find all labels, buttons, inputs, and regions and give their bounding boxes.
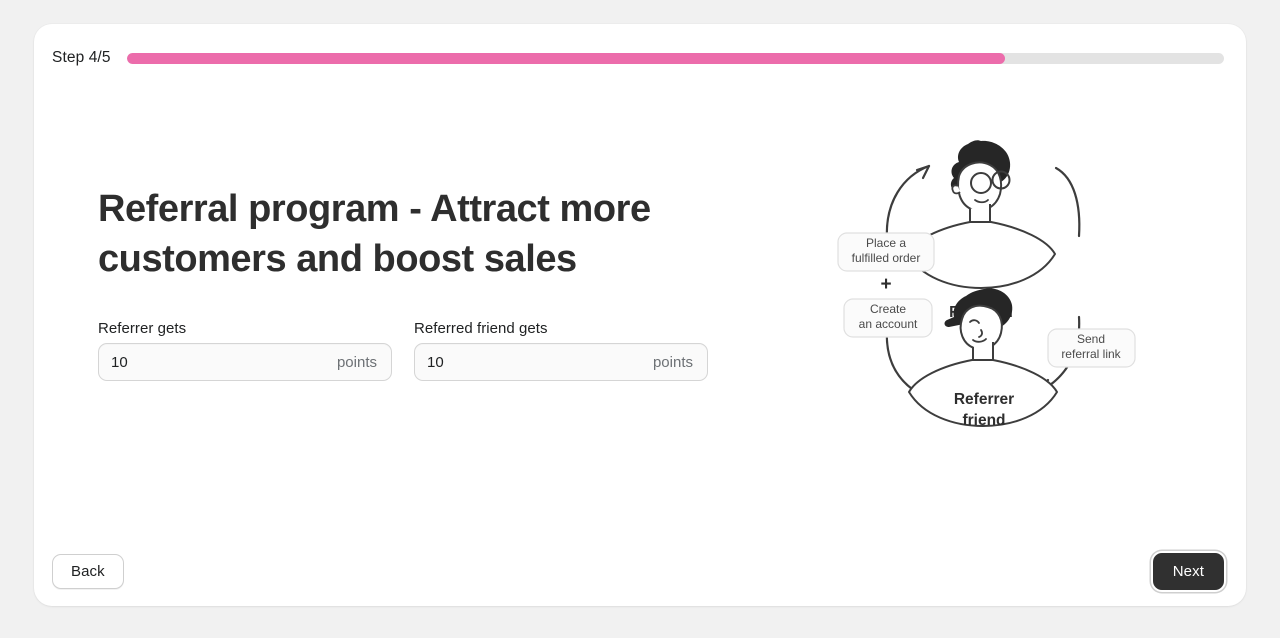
referred-friend-points-input[interactable] [415, 344, 653, 380]
next-button[interactable]: Next [1152, 552, 1224, 590]
referrer-points-suffix: points [336, 353, 377, 371]
callout-create-account-line2: an account [859, 317, 918, 331]
card-content: Referral program - Attract more customer… [34, 84, 1246, 528]
callout-place-order-line2: fulfilled order [852, 251, 921, 265]
field-label-referrer-gets: Referrer gets [98, 320, 187, 337]
progress-bar-track [126, 52, 1224, 64]
card-footer: Back Next [52, 551, 1224, 591]
progress-header: Step 4/5 [52, 45, 1224, 71]
callout-create-account-line1: Create [870, 302, 906, 316]
referrer-points-input[interactable] [99, 344, 337, 380]
referrer-friend-label-line2: friend [962, 412, 1005, 429]
form-column: Referral program - Attract more customer… [98, 184, 758, 381]
input-wrap-referrer-gets[interactable]: points [98, 343, 392, 381]
back-button[interactable]: Back [52, 553, 124, 589]
field-referred-friend-gets: Referred friend gets points [414, 320, 708, 381]
callout-place-order-line1: Place a [866, 236, 906, 250]
input-wrap-referred-friend-gets[interactable]: points [414, 343, 708, 381]
referral-flow-illustration: Referred Referrer [829, 114, 1149, 444]
callout-plus-icon: + [880, 274, 891, 295]
onboarding-card: Step 4/5 Referral program - Attract more… [34, 24, 1246, 606]
callout-send-link-line2: referral link [1061, 347, 1121, 361]
reward-fields: Referrer gets points Referred friend get… [98, 320, 758, 381]
page-title: Referral program - Attract more customer… [98, 188, 651, 280]
referred-friend-points-suffix: points [652, 353, 693, 371]
callout-place-order: Place a fulfilled order [837, 232, 935, 272]
callout-send-link: Send referral link [1047, 328, 1136, 368]
field-referrer-gets: Referrer gets points [98, 320, 392, 381]
field-label-referred-friend-gets: Referred friend gets [414, 320, 548, 337]
referrer-friend-label-line1: Referrer [954, 391, 1014, 408]
step-label: Step 4/5 [52, 49, 111, 66]
callout-send-link-line1: Send [1077, 332, 1105, 346]
callout-create-account: Create an account [843, 298, 933, 338]
progress-bar-fill [126, 52, 1005, 64]
